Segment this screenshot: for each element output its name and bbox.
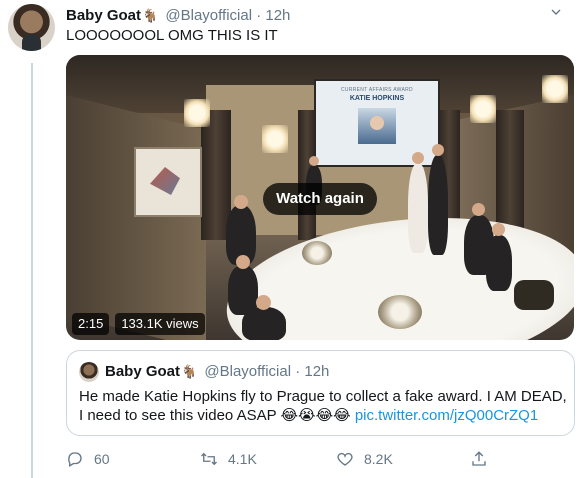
author-name[interactable]: Baby Goat <box>66 7 141 24</box>
thread-line <box>31 63 33 478</box>
guest-figure <box>242 295 286 340</box>
like-count: 8.2K <box>364 451 393 467</box>
reply-button[interactable]: 60 <box>66 450 110 468</box>
chevron-down-icon[interactable] <box>546 4 566 24</box>
quoted-author-emoji: 🐐 <box>181 364 198 379</box>
table-centerpiece <box>378 295 422 329</box>
author-name-emoji: 🐐 <box>142 8 159 23</box>
retweet-count: 4.1K <box>228 451 257 467</box>
quoted-pic-link[interactable]: pic.twitter.com/jzQ00CrZQ1 <box>355 407 538 424</box>
quoted-text-emojis: 😂😭😂😂 <box>280 407 351 424</box>
header-separator: · <box>256 7 262 24</box>
video-frame-lamp <box>262 125 288 153</box>
quoted-author-handle: @Blayofficial <box>204 363 292 380</box>
screen-title: KATIE HOPKINS <box>349 95 405 102</box>
video-frame-lamp <box>470 95 496 123</box>
author-handle[interactable]: @Blayofficial <box>165 7 252 24</box>
heart-icon <box>337 452 353 466</box>
retweet-icon <box>201 452 217 466</box>
tweet-text: LOOOOOOOL OMG THIS IS IT <box>66 27 278 44</box>
retweet-button[interactable]: 4.1K <box>200 450 257 468</box>
video-frame-curtain <box>496 110 524 240</box>
video-frame-lamp <box>184 99 210 127</box>
quoted-author-avatar <box>79 362 99 382</box>
guest-figure <box>408 152 428 253</box>
quoted-author-name: Baby Goat <box>105 363 181 380</box>
guest-figure <box>486 223 512 291</box>
tweet-header: Baby Goat🐐 @Blayofficial · 12h <box>66 6 550 26</box>
reply-icon <box>68 452 82 467</box>
video-frame-lamp <box>542 75 568 103</box>
video-player[interactable]: CURRENT AFFAIRS AWARD KATIE HOPKINS Watc… <box>66 55 574 340</box>
screen-caption: CURRENT AFFAIRS AWARD <box>341 87 413 93</box>
quoted-tweet[interactable]: Baby Goat🐐 @Blayofficial · 12h He made K… <box>66 350 575 436</box>
screen-photo <box>358 108 396 144</box>
quoted-tweet-text: He made Katie Hopkins fly to Prague to c… <box>79 387 569 425</box>
video-duration: 2:15 <box>72 313 110 335</box>
table-centerpiece <box>302 241 332 265</box>
tweet-actions: 60 4.1K 8.2K <box>66 450 516 472</box>
guest-figure <box>428 144 448 255</box>
share-icon <box>472 451 486 466</box>
video-views: 133.1K views <box>115 313 205 335</box>
quoted-header-separator: · <box>295 363 301 380</box>
video-frame-plant <box>514 280 554 310</box>
video-meta: 2:15 133.1K views <box>72 313 205 335</box>
like-button[interactable]: 8.2K <box>336 450 393 468</box>
watch-again-button[interactable]: Watch again <box>263 183 377 215</box>
author-avatar[interactable] <box>8 4 55 51</box>
quoted-tweet-time: 12h <box>304 363 330 380</box>
wall-painting <box>134 147 202 217</box>
video-frame-left-wall <box>66 95 206 340</box>
reply-count: 60 <box>94 451 110 467</box>
tweet-time[interactable]: 12h <box>265 7 290 24</box>
quoted-tweet-header: Baby Goat🐐 @Blayofficial · 12h <box>105 363 329 381</box>
share-button[interactable] <box>470 450 488 468</box>
